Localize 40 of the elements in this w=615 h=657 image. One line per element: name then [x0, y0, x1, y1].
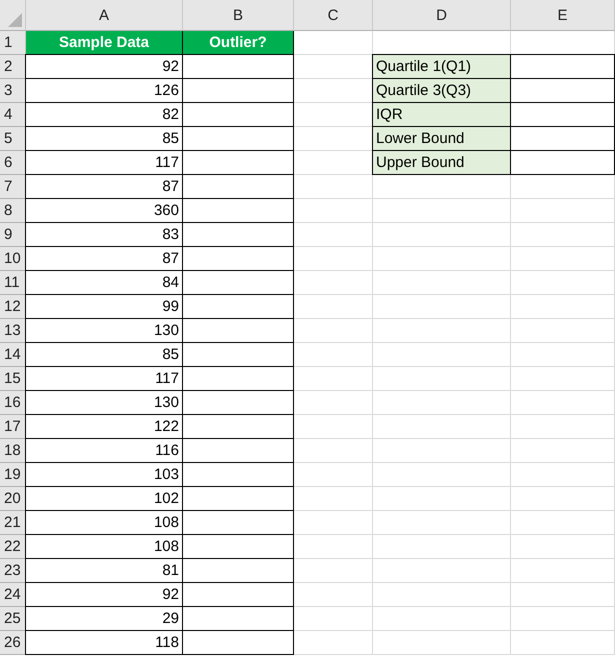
row-header[interactable]: 6 — [0, 151, 26, 175]
row-header[interactable]: 10 — [0, 247, 26, 271]
row-header[interactable]: 1 — [0, 31, 26, 55]
row-header[interactable]: 12 — [0, 295, 26, 319]
label-cell: IQR — [372, 102, 511, 127]
row-header[interactable]: 5 — [0, 127, 26, 151]
label-cell: Quartile 3(Q3) — [372, 78, 511, 103]
row-header[interactable]: 19 — [0, 463, 26, 487]
row-header[interactable]: 15 — [0, 367, 26, 391]
row-header[interactable]: 24 — [0, 583, 26, 607]
row-header[interactable]: 7 — [0, 175, 26, 199]
row-header[interactable]: 11 — [0, 271, 26, 295]
row-header[interactable]: 17 — [0, 415, 26, 439]
row-header[interactable]: 14 — [0, 343, 26, 367]
row-header[interactable]: 3 — [0, 79, 26, 103]
row-header[interactable]: 22 — [0, 535, 26, 559]
row-header[interactable]: 16 — [0, 391, 26, 415]
column-header[interactable]: B — [183, 0, 294, 31]
select-all-icon[interactable] — [8, 13, 22, 27]
column-header[interactable]: C — [294, 0, 373, 31]
header-cell: Sample Data — [26, 31, 183, 55]
column-header[interactable]: E — [511, 0, 615, 31]
row-header[interactable]: 4 — [0, 103, 26, 127]
row-header[interactable]: 13 — [0, 319, 26, 343]
row-header[interactable]: 26 — [0, 631, 26, 655]
row-header[interactable]: 2 — [0, 55, 26, 79]
row-header[interactable]: 25 — [0, 607, 26, 631]
label-cell: Lower Bound — [372, 126, 511, 151]
row-header[interactable]: 20 — [0, 487, 26, 511]
row-header[interactable]: 23 — [0, 559, 26, 583]
row-header[interactable]: 21 — [0, 511, 26, 535]
label-cell: Upper Bound — [372, 150, 511, 175]
row-header[interactable]: 9 — [0, 223, 26, 247]
row-header[interactable]: 8 — [0, 199, 26, 223]
column-header[interactable]: D — [373, 0, 511, 31]
label-cell: Quartile 1(Q1) — [372, 54, 511, 79]
column-header[interactable]: A — [26, 0, 183, 31]
row-header[interactable]: 18 — [0, 439, 26, 463]
table-cell: 118 — [25, 630, 183, 655]
header-cell: Outlier? — [183, 31, 294, 55]
